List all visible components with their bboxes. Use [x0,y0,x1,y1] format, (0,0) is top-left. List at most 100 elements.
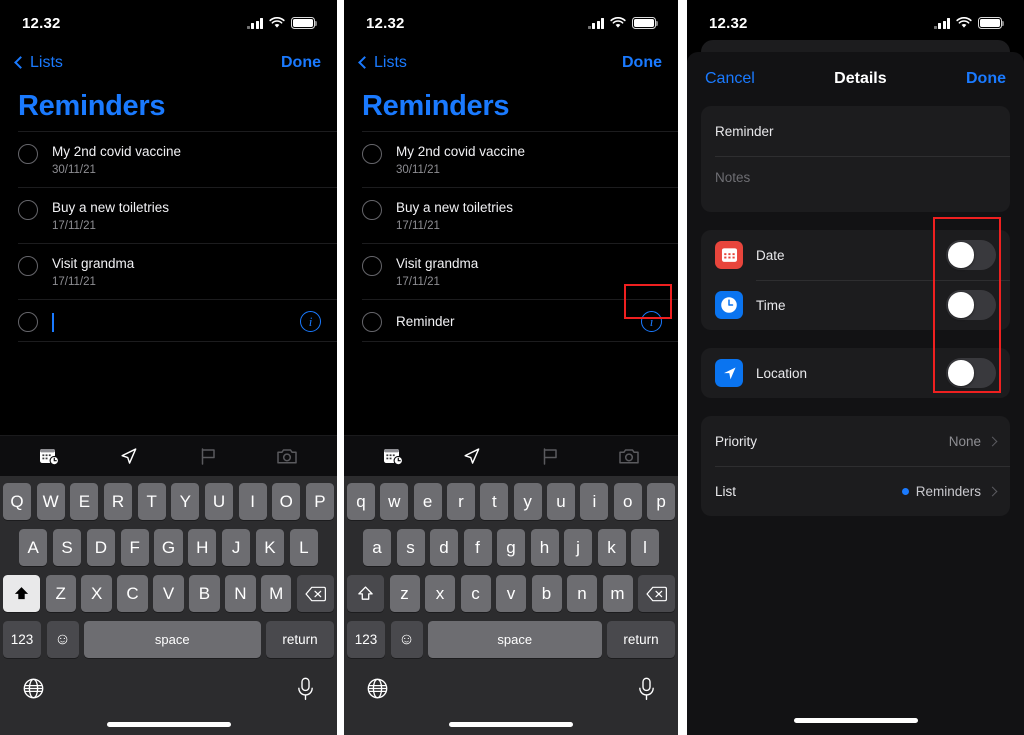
location-arrow-icon[interactable] [457,443,487,469]
info-circle-icon[interactable]: i [641,311,662,332]
date-toggle-row[interactable]: Date [701,230,1010,280]
checkbox-circle-icon[interactable] [362,200,382,220]
time-toggle-row[interactable]: Time [701,280,1010,330]
emoji-icon[interactable]: ☺ [390,621,423,658]
key[interactable]: b [531,575,562,612]
checkbox-circle-icon[interactable] [362,144,382,164]
key[interactable]: N [225,575,256,612]
key[interactable]: X [81,575,112,612]
key[interactable]: K [255,529,285,566]
key[interactable]: n [567,575,597,612]
back-to-lists-button[interactable]: Lists [358,54,407,72]
done-button[interactable]: Done [281,54,321,72]
key[interactable]: H [188,529,217,566]
done-button[interactable]: Done [622,54,662,72]
reminder-title-field[interactable]: Reminder [715,124,996,139]
key[interactable]: v [496,575,526,612]
reminder-title-field-row[interactable]: Reminder [701,106,1010,156]
numbers-key[interactable]: 123 [347,621,385,658]
key[interactable]: o [613,483,642,520]
done-button[interactable]: Done [966,70,1006,88]
home-indicator[interactable] [106,722,231,727]
key[interactable]: U [204,483,234,520]
return-key[interactable]: return [266,621,334,658]
key[interactable]: W [36,483,65,520]
reminder-row[interactable]: Visit grandma 17/11/21 [18,244,337,300]
notes-field-row[interactable]: Notes [701,156,1010,212]
globe-icon[interactable] [366,677,389,705]
flag-icon[interactable] [193,443,223,469]
key[interactable]: m [602,575,633,612]
key[interactable]: g [497,529,525,566]
key[interactable]: A [19,529,48,566]
checkbox-circle-icon[interactable] [18,256,38,276]
microphone-icon[interactable] [296,677,315,706]
key[interactable]: V [153,575,184,612]
location-arrow-icon[interactable] [114,443,144,469]
key[interactable]: f [463,529,492,566]
key[interactable]: r [447,483,475,520]
key[interactable]: E [70,483,99,520]
key[interactable]: a [363,529,391,566]
flag-icon[interactable] [535,443,565,469]
key[interactable]: h [530,529,559,566]
key[interactable]: Q [2,483,32,520]
time-toggle[interactable] [946,290,996,320]
return-key[interactable]: return [607,621,675,658]
key[interactable]: y [513,483,542,520]
key[interactable]: F [120,529,149,566]
microphone-icon[interactable] [637,677,656,706]
key[interactable]: u [547,483,575,520]
reminder-row-new[interactable]: Reminder i [362,300,678,342]
notes-field[interactable]: Notes [715,170,996,185]
backspace-icon[interactable] [638,575,675,612]
checkbox-circle-icon[interactable] [18,144,38,164]
reminder-row[interactable]: Buy a new toiletries 17/11/21 [18,188,337,244]
reminder-row[interactable]: Buy a new toiletries 17/11/21 [362,188,678,244]
key[interactable]: M [261,575,292,612]
key[interactable]: S [52,529,82,566]
key[interactable]: e [413,483,442,520]
home-indicator[interactable] [449,722,573,727]
calendar-clock-icon[interactable] [35,443,65,469]
globe-icon[interactable] [22,677,45,705]
info-circle-icon[interactable]: i [300,311,321,332]
checkbox-circle-icon[interactable] [362,256,382,276]
shift-outline-icon[interactable] [347,575,384,612]
key[interactable]: R [103,483,133,520]
reminder-row[interactable]: Visit grandma 17/11/21 [362,244,678,300]
list-row[interactable]: List Reminders [701,466,1010,516]
camera-icon[interactable] [272,443,302,469]
space-key[interactable]: space [84,621,261,658]
key[interactable]: C [117,575,148,612]
key[interactable]: I [238,483,267,520]
key[interactable]: P [305,483,335,520]
location-toggle-row[interactable]: Location [701,348,1010,398]
numbers-key[interactable]: 123 [3,621,41,658]
key[interactable]: D [86,529,115,566]
key[interactable]: s [396,529,425,566]
key[interactable]: T [137,483,166,520]
key[interactable]: L [289,529,318,566]
camera-icon[interactable] [614,443,644,469]
key[interactable]: Y [171,483,200,520]
checkbox-circle-icon[interactable] [18,312,38,332]
key[interactable]: B [189,575,220,612]
key[interactable]: z [389,575,420,612]
reminder-row-new[interactable]: i [18,300,337,342]
key[interactable]: t [480,483,509,520]
key[interactable]: x [425,575,455,612]
emoji-icon[interactable]: ☺ [46,621,79,658]
reminder-title-input[interactable]: Reminder [396,314,455,329]
key[interactable]: k [597,529,626,566]
home-indicator[interactable] [793,717,918,723]
priority-row[interactable]: Priority None [701,416,1010,466]
backspace-icon[interactable] [296,575,334,612]
key[interactable]: p [647,483,675,520]
checkbox-circle-icon[interactable] [362,312,382,332]
key[interactable]: d [430,529,458,566]
key[interactable]: c [460,575,491,612]
key[interactable]: i [580,483,609,520]
key[interactable]: J [221,529,251,566]
key[interactable]: G [154,529,183,566]
